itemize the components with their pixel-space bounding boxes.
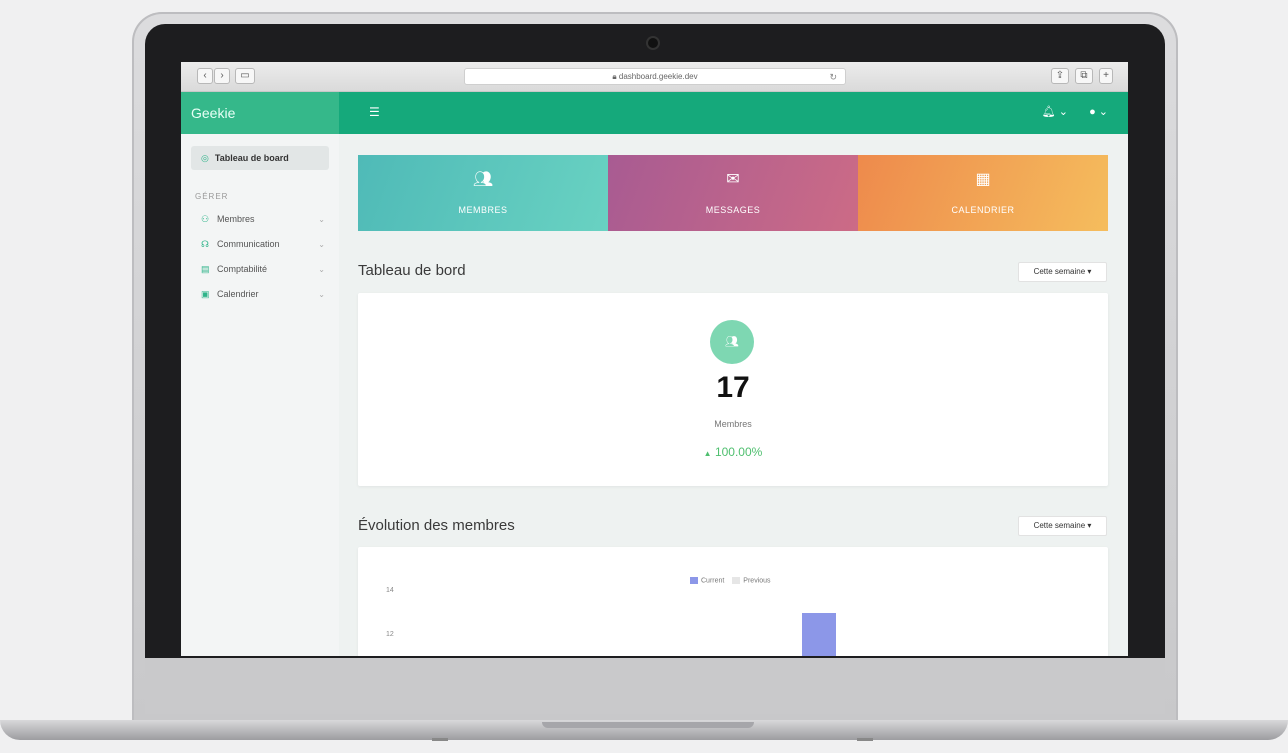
sidebar-item-membres[interactable]: ⚇ Membres ⌄ xyxy=(191,207,329,232)
chevron-down-icon: ▾ xyxy=(1087,267,1092,276)
period-label: Cette semaine xyxy=(1033,267,1086,276)
sidebar-section-label: GÉRER xyxy=(195,192,229,201)
envelope-icon: ✉ xyxy=(726,171,740,188)
sidebar-item-label: Tableau de board xyxy=(214,153,289,163)
chat-icon: ☊ xyxy=(201,239,209,249)
tile-label: MESSAGES xyxy=(705,205,761,215)
chart-card: Current Previous 14 12 xyxy=(358,547,1108,656)
lock-icon: 🔒︎ xyxy=(612,72,617,81)
period-dropdown[interactable]: Cette semaine ▾ xyxy=(1018,262,1107,282)
bell-icon[interactable]: 🔔︎ ⌄ xyxy=(1042,106,1068,118)
legend-swatch-current xyxy=(690,577,698,584)
tile-calendrier[interactable]: ▦ CALENDRIER xyxy=(858,155,1108,231)
laptop-foot xyxy=(432,738,448,741)
members-icon: ⚇ xyxy=(201,214,210,224)
browser-toolbar: ‹ › ▭ 🔒︎ dashboard.geekie.dev ↻ ⇪ ⧉ + xyxy=(181,62,1128,92)
chevron-down-icon: ⌄ xyxy=(318,215,325,224)
sidebar-item-dashboard[interactable]: ◎ Tableau de board xyxy=(191,146,329,170)
laptop-chin xyxy=(145,658,1165,714)
users-icon: 👥︎ xyxy=(472,171,494,188)
new-tab-button[interactable]: + xyxy=(1099,68,1113,84)
legend-label-previous: Previous xyxy=(743,577,771,585)
address-bar[interactable]: 🔒︎ dashboard.geekie.dev ↻ xyxy=(464,68,846,85)
sidebar: Geekie ◎ Tableau de board GÉRER ⚇ Membres … xyxy=(181,92,339,656)
legend-swatch-previous xyxy=(732,577,741,584)
sidebar-item-label: Comptabilité xyxy=(217,264,268,274)
stat-card: 👥︎ 17 Membres ▲ 100.00% xyxy=(358,293,1108,486)
chart-legend: Current Previous xyxy=(690,577,771,584)
sidebar-item-label: Calendrier xyxy=(217,289,259,299)
period-label: Cette semaine xyxy=(1033,521,1086,530)
period-dropdown[interactable]: Cette semaine ▾ xyxy=(1018,516,1107,536)
dashboard-icon: ◎ xyxy=(201,153,209,163)
sidebar-toggle-icon[interactable]: ▭ xyxy=(235,68,255,84)
stat-change-value: 100.00% xyxy=(714,445,763,459)
share-icon[interactable]: ⇪ xyxy=(1051,68,1069,84)
tile-label: CALENDRIER xyxy=(951,205,1015,215)
url-text: dashboard.geekie.dev xyxy=(618,72,698,81)
top-navbar: ☰ 🔔︎ ⌄ ● ⌄ xyxy=(339,92,1128,134)
tile-messages[interactable]: ✉ MESSAGES xyxy=(608,155,858,231)
camera-icon xyxy=(648,38,658,48)
sidebar-item-label: Membres xyxy=(217,214,255,224)
y-tick-label: 14 xyxy=(386,587,394,594)
sidebar-item-comptabilite[interactable]: ▤ Comptabilité ⌄ xyxy=(191,257,329,282)
laptop-notch xyxy=(542,722,754,728)
sidebar-item-communication[interactable]: ☊ Communication ⌄ xyxy=(191,232,329,257)
tile-membres[interactable]: 👥︎ MEMBRES xyxy=(358,155,608,231)
sidebar-item-calendrier[interactable]: ▣ Calendrier ⌄ xyxy=(191,282,329,307)
menu-icon[interactable]: ☰ xyxy=(369,105,380,119)
chart-bar-current xyxy=(802,613,836,656)
user-icon[interactable]: ● ⌄ xyxy=(1089,106,1108,118)
stat-value: 17 xyxy=(716,371,750,404)
y-tick-label: 12 xyxy=(386,631,394,638)
chevron-down-icon: ⌄ xyxy=(318,265,325,274)
brand-logo[interactable]: Geekie xyxy=(181,92,339,134)
sidebar-item-label: Communication xyxy=(217,239,280,249)
chevron-down-icon: ⌄ xyxy=(318,240,325,249)
evolution-title: Évolution des membres xyxy=(358,517,515,534)
stat-label: Membres xyxy=(714,419,752,429)
caret-up-icon: ▲ xyxy=(703,449,712,458)
screen: ‹ › ▭ 🔒︎ dashboard.geekie.dev ↻ ⇪ ⧉ + Ge… xyxy=(181,62,1128,656)
main-content: ☰ 🔔︎ ⌄ ● ⌄ 👥︎ MEMBRES ✉ MESSAGES ▦ CALEN xyxy=(339,92,1128,656)
users-icon: 👥︎ xyxy=(710,320,754,364)
calendar-icon: ▣ xyxy=(201,289,210,299)
legend-label-current: Current xyxy=(701,577,725,585)
forward-button[interactable]: › xyxy=(214,68,230,84)
calendar-icon: ▦ xyxy=(975,171,991,188)
chevron-down-icon: ▾ xyxy=(1087,521,1092,530)
table-icon: ▤ xyxy=(201,264,210,274)
tabs-icon[interactable]: ⧉ xyxy=(1075,68,1093,84)
dashboard-title: Tableau de bord xyxy=(358,262,466,279)
chevron-down-icon: ⌄ xyxy=(318,290,325,299)
tile-label: MEMBRES xyxy=(458,205,508,215)
shortcut-tiles: 👥︎ MEMBRES ✉ MESSAGES ▦ CALENDRIER xyxy=(358,155,1108,231)
back-button[interactable]: ‹ xyxy=(197,68,213,84)
laptop-foot xyxy=(857,738,873,741)
reload-icon[interactable]: ↻ xyxy=(829,69,837,85)
stat-change: ▲ 100.00% xyxy=(358,445,1108,459)
